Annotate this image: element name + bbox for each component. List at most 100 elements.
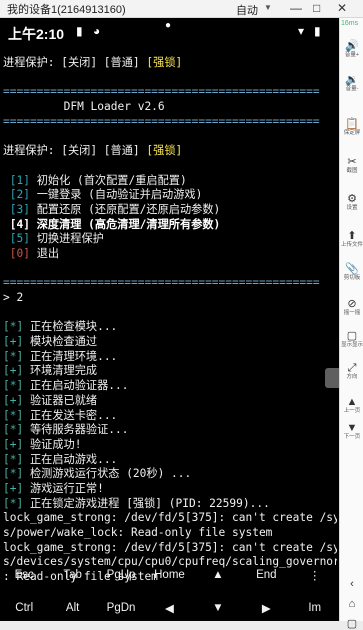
terminal-line: ========================================… [3, 85, 337, 100]
toolbar-item[interactable]: ‹ [340, 578, 363, 590]
terminal-line: s/power/wake_lock: Read-only file system [3, 526, 337, 541]
phone-screen[interactable]: 上午2:10 ▮ ◕ ● ▾ ▮ 进程保护: [关闭] [普通] [强锁] ===… [0, 18, 339, 621]
toolbar-item-label: 摇一摇 [343, 310, 361, 316]
toolbar-item-label: 音量+ [344, 52, 360, 58]
terminal-text: [*] [3, 496, 24, 510]
extra-key[interactable]: End [242, 569, 290, 581]
paperclip-icon: 📎 [345, 263, 359, 275]
terminal-output[interactable]: 进程保护: [关闭] [普通] [强锁] ====================… [3, 56, 337, 585]
toolbar-item-label: 剪切板 [343, 275, 361, 281]
volume-down-icon: 🔉 [345, 74, 359, 86]
terminal-text: 配置还原 (还原配置/还原启动参数) [29, 202, 221, 216]
terminal-text: [3] [3, 202, 30, 216]
terminal-line: ========================================… [3, 115, 337, 130]
terminal-text: 一键登录 (自动验证并启动游戏) [29, 188, 203, 202]
volume-up-icon: 🔊 [345, 40, 359, 52]
toolbar-item[interactable]: 🔉 音量- [340, 74, 363, 93]
window-titlebar: 我的设备1(2164913160) 自动 ▼ — □ ✕ [0, 0, 363, 18]
extra-key[interactable]: ⋮ [291, 568, 339, 582]
toolbar-item[interactable]: 🔊 音量+ [340, 40, 363, 59]
chevron-down-icon[interactable]: ▼ [264, 3, 272, 12]
close-button[interactable]: ✕ [337, 1, 347, 15]
terminal-text: lock_game_strong: /dev/fd/5[375]: can't … [3, 540, 337, 554]
mode-select[interactable]: 自动 [236, 2, 258, 18]
terminal-line: ========================================… [3, 276, 337, 291]
shake-icon: ⊘ [347, 298, 357, 310]
toolbar-item[interactable]: ⤢ 方向 [340, 362, 363, 381]
terminal-text: 切换进程保护 [29, 232, 104, 246]
wifi-icon: ▾ [298, 24, 305, 38]
toolbar-item[interactable]: ⊘ 摇一摇 [340, 298, 363, 317]
display-icon: ▢ [346, 330, 358, 342]
extra-key[interactable]: ▲ [194, 569, 242, 581]
terminal-text: 正在检查模块... [23, 320, 118, 334]
window-title: 我的设备1(2164913160) [7, 3, 126, 16]
terminal-text: 正在锁定游戏进程 [强锁] (PID: 22599)... [23, 496, 270, 510]
terminal-line: DFM Loader v2.6 [3, 100, 337, 115]
recents-icon: ▢ [346, 618, 358, 630]
terminal-text: 正在启动验证器... [23, 379, 129, 393]
toolbar-item-label: 上传文件 [340, 242, 363, 248]
terminal-text: 模块检查通过 [23, 335, 98, 349]
terminal-line: [*] 正在启动验证器... [3, 379, 337, 394]
toolbar-item[interactable]: ▢ 显示显示 [340, 330, 363, 349]
terminal-text: 深度清理 (高危清理/清理所有参数) [29, 217, 221, 231]
terminal-line: [2] 一键登录 (自动验证并启动游戏) [3, 188, 337, 203]
terminal-text: [*] [3, 467, 24, 481]
terminal-text: [*] [3, 408, 24, 422]
terminal-line: 进程保护: [关闭] [普通] [强锁] [3, 144, 337, 159]
toolbar-item[interactable]: ▼ 下一页 [340, 422, 363, 441]
toolbar-item[interactable]: ⌂ [340, 598, 363, 610]
terminal-line: lock_game_strong: /dev/fd/5[375]: can't … [3, 541, 337, 556]
terminal-text: 正在清理环境... [23, 349, 118, 363]
extra-key[interactable]: ▼ [194, 602, 242, 614]
toolbar-item[interactable]: ▢ [340, 618, 363, 630]
terminal-text: [4] [3, 217, 30, 231]
extra-key[interactable]: Esc [0, 569, 48, 581]
toolbar-item[interactable]: ✂ 截图 [340, 156, 363, 175]
terminal-text: [5] [3, 232, 30, 246]
toolbar-item[interactable]: ⬆ 上传文件 [340, 230, 363, 249]
extra-key[interactable]: Alt [48, 602, 96, 614]
toolbar-item-label: 设置 [346, 205, 358, 211]
terminal-line: [*] 正在启动游戏... [3, 453, 337, 468]
extra-key[interactable]: Im [291, 602, 339, 614]
terminal-line: [3] 配置还原 (还原配置/还原启动参数) [3, 203, 337, 218]
pie-status-icon: ◕ [93, 24, 101, 38]
terminal-text: [1] [3, 173, 30, 187]
extra-key[interactable]: Tab [48, 569, 96, 581]
toolbar-item-label: 显示显示 [340, 342, 363, 348]
terminal-line: [*] 正在锁定游戏进程 [强锁] (PID: 22599)... [3, 497, 337, 512]
terminal-text: 环境清理完成 [23, 364, 98, 378]
extra-key[interactable]: Home [145, 569, 193, 581]
extra-key[interactable]: PgDn [97, 602, 145, 614]
toolbar-item[interactable]: ▲ 上一页 [340, 396, 363, 415]
minimize-button[interactable]: — [290, 1, 302, 15]
terminal-text: ========================================… [3, 85, 320, 99]
extra-key[interactable]: PgUp [97, 569, 145, 581]
toolbar-item[interactable]: 📋 保定屏 [340, 118, 363, 137]
terminal-text: ========================================… [3, 114, 320, 128]
extra-key[interactable]: Ctrl [0, 602, 48, 614]
home-icon: ⌂ [348, 598, 356, 610]
terminal-text: [+] [3, 364, 24, 378]
toolbar-item-label: 上一页 [343, 408, 361, 414]
restore-button[interactable]: □ [313, 1, 320, 15]
toolbar-item-label: 下一页 [343, 434, 361, 440]
extra-key[interactable]: ▶ [242, 601, 290, 615]
terminal-line: [+] 模块检查通过 [3, 335, 337, 350]
terminal-text: [2] [3, 188, 30, 202]
terminal-text: s/power/wake_lock: Read-only file system [3, 526, 273, 539]
toolbar-item[interactable]: ⚙ 设置 [340, 193, 363, 212]
extra-key[interactable]: ◀ [145, 601, 193, 615]
floating-handle[interactable] [325, 368, 339, 388]
toolbar-item[interactable]: 📎 剪切板 [340, 263, 363, 282]
toolbar-item-label: 方向 [346, 374, 358, 380]
page-down-icon: ▼ [346, 422, 358, 434]
terminal-text: > 2 [3, 291, 24, 304]
terminal-text: 游戏运行正常! [23, 481, 104, 495]
